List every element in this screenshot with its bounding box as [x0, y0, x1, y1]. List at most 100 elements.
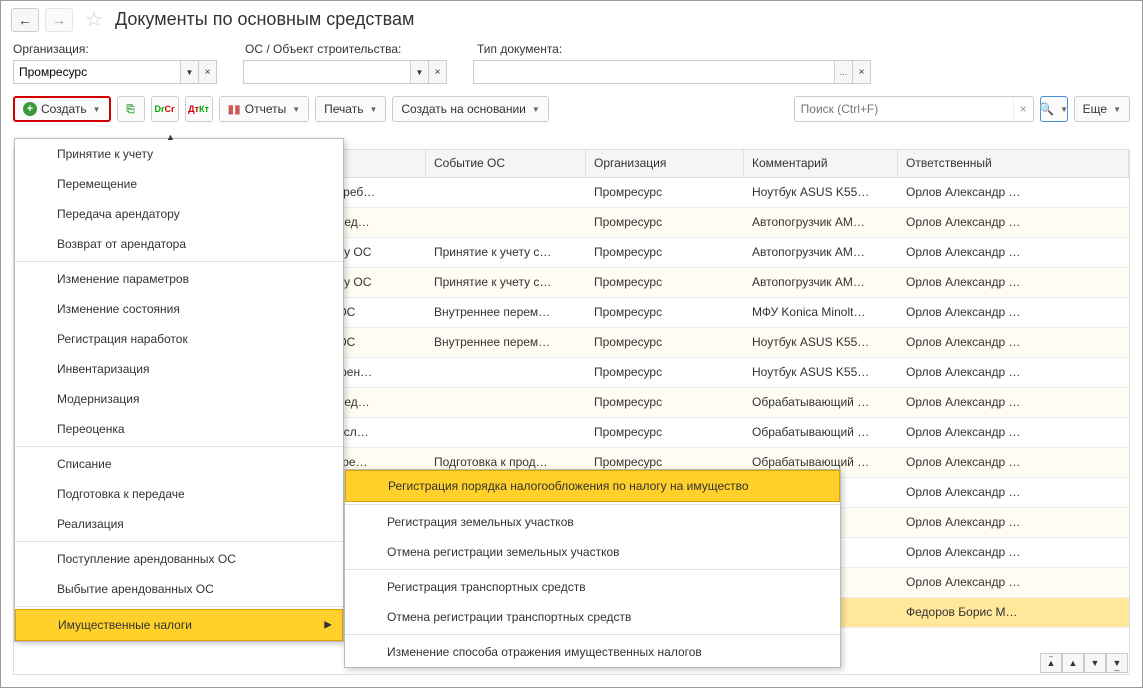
menu-item[interactable]: Перемещение: [15, 169, 343, 199]
table-cell: Промресурс: [586, 178, 744, 207]
menu-separator: [15, 541, 343, 542]
table-cell: Орлов Александр …: [898, 448, 1129, 477]
menu-item[interactable]: Принятие к учету: [15, 139, 343, 169]
search-clear-icon[interactable]: ×: [1013, 97, 1033, 121]
create-based-button[interactable]: Создать на основании ▼: [392, 96, 548, 122]
table-cell: Орлов Александр …: [898, 328, 1129, 357]
menu-item[interactable]: Инвентаризация: [15, 354, 343, 384]
dropdown-icon[interactable]: ▼: [411, 60, 429, 84]
clear-icon[interactable]: ×: [429, 60, 447, 84]
more-button[interactable]: Еще ▼: [1074, 96, 1130, 122]
os-filter-label: ОС / Объект строительства:: [245, 42, 455, 56]
type-filter-input[interactable]: [473, 60, 835, 84]
os-filter-input[interactable]: [243, 60, 411, 84]
print-button[interactable]: Печать ▼: [315, 96, 386, 122]
favorite-star-icon[interactable]: ☆: [85, 7, 103, 32]
menu-item[interactable]: Поступление арендованных ОС: [15, 544, 343, 574]
nav-last-icon[interactable]: ▼_: [1106, 653, 1128, 673]
table-cell: Промресурс: [586, 328, 744, 357]
table-cell: Орлов Александр …: [898, 508, 1129, 537]
table-cell: [426, 418, 586, 447]
table-cell: Орлов Александр …: [898, 388, 1129, 417]
submenu-item[interactable]: Отмена регистрации транспортных средств: [345, 602, 840, 632]
table-cell: Принятие к учету с…: [426, 268, 586, 297]
chevron-down-icon: ▼: [93, 105, 101, 114]
ellipsis-icon[interactable]: …: [835, 60, 853, 84]
table-cell: [426, 178, 586, 207]
search-box[interactable]: ×: [794, 96, 1034, 122]
menu-item[interactable]: Регистрация наработок: [15, 324, 343, 354]
col-header[interactable]: Ответственный: [898, 150, 1129, 177]
submenu-item[interactable]: Отмена регистрации земельных участков: [345, 537, 840, 567]
dt-kt-button[interactable]: ДтКт: [185, 96, 213, 122]
nav-down-icon[interactable]: ▼: [1084, 653, 1106, 673]
clear-icon[interactable]: ×: [199, 60, 217, 84]
app-window: ← → ☆ Документы по основным средствам Ор…: [0, 0, 1143, 688]
menu-separator: [345, 504, 840, 505]
menu-item[interactable]: Списание: [15, 449, 343, 479]
table-cell: МФУ Konica Minolt…: [744, 298, 898, 327]
submenu-item[interactable]: Регистрация транспортных средств: [345, 572, 840, 602]
nav-up-icon[interactable]: ▲: [1062, 653, 1084, 673]
menu-item[interactable]: Переоценка: [15, 414, 343, 444]
menu-item[interactable]: Имущественные налоги▶: [15, 609, 343, 641]
table-cell: Орлов Александр …: [898, 478, 1129, 507]
submenu-item[interactable]: Изменение способа отражения имущественны…: [345, 637, 840, 667]
table-cell: Обрабатывающий …: [744, 388, 898, 417]
table-cell: Автопогрузчик АМ…: [744, 238, 898, 267]
print-label: Печать: [324, 102, 363, 116]
submenu-item[interactable]: Регистрация земельных участков: [345, 507, 840, 537]
org-filter[interactable]: ▼ ×: [13, 60, 217, 84]
col-header[interactable]: Организация: [586, 150, 744, 177]
type-filter-label: Тип документа:: [477, 42, 887, 56]
table-cell: Федоров Борис М…: [898, 598, 1129, 627]
menu-item[interactable]: Модернизация: [15, 384, 343, 414]
table-cell: Внутреннее перем…: [426, 328, 586, 357]
menu-item[interactable]: Передача арендатору: [15, 199, 343, 229]
copy-icon: ⎘: [127, 104, 135, 115]
org-filter-input[interactable]: [13, 60, 181, 84]
menu-item[interactable]: Реализация: [15, 509, 343, 539]
menu-item[interactable]: Возврат от арендатора: [15, 229, 343, 259]
submenu-arrow-icon: ▶: [324, 620, 332, 631]
menu-separator: [15, 606, 343, 607]
nav-first-icon[interactable]: ▲‾: [1040, 653, 1062, 673]
col-header[interactable]: Событие ОС: [426, 150, 586, 177]
dropdown-icon[interactable]: ▼: [181, 60, 199, 84]
menu-separator: [345, 634, 840, 635]
clear-icon[interactable]: ×: [853, 60, 871, 84]
menu-anchor-icon: ▲: [166, 132, 175, 142]
table-cell: Орлов Александр …: [898, 538, 1129, 567]
copy-button[interactable]: ⎘: [117, 96, 145, 122]
submenu-item[interactable]: Регистрация порядка налогообложения по н…: [345, 470, 840, 502]
table-cell: Автопогрузчик АМ…: [744, 208, 898, 237]
table-cell: Орлов Александр …: [898, 418, 1129, 447]
table-cell: Промресурс: [586, 208, 744, 237]
table-cell: Орлов Александр …: [898, 178, 1129, 207]
table-cell: Промресурс: [586, 268, 744, 297]
search-button[interactable]: 🔍▼: [1040, 96, 1068, 122]
back-button[interactable]: ←: [11, 8, 39, 32]
grid-nav: ▲‾ ▲ ▼ ▼_: [1040, 653, 1128, 673]
forward-button[interactable]: →: [45, 8, 73, 32]
menu-item[interactable]: Изменение параметров: [15, 264, 343, 294]
create-menu: Принятие к учетуПеремещениеПередача арен…: [14, 138, 344, 642]
chevron-down-icon: ▼: [369, 105, 377, 114]
menu-item[interactable]: Выбытие арендованных ОС: [15, 574, 343, 604]
search-input[interactable]: [795, 102, 1013, 116]
more-label: Еще: [1083, 102, 1107, 116]
type-filter[interactable]: … ×: [473, 60, 871, 84]
create-based-label: Создать на основании: [401, 102, 526, 116]
dr-cr-button[interactable]: DrCr: [151, 96, 179, 122]
menu-item[interactable]: Подготовка к передаче: [15, 479, 343, 509]
menu-item[interactable]: Изменение состояния: [15, 294, 343, 324]
table-cell: [426, 358, 586, 387]
chevron-down-icon: ▼: [1113, 105, 1121, 114]
reports-button[interactable]: ▮▮ Отчеты ▼: [219, 96, 310, 122]
table-cell: Орлов Александр …: [898, 238, 1129, 267]
table-cell: Орлов Александр …: [898, 268, 1129, 297]
os-filter[interactable]: ▼ ×: [243, 60, 447, 84]
table-cell: Автопогрузчик АМ…: [744, 268, 898, 297]
col-header[interactable]: Комментарий: [744, 150, 898, 177]
create-button[interactable]: + Создать ▼: [13, 96, 111, 122]
